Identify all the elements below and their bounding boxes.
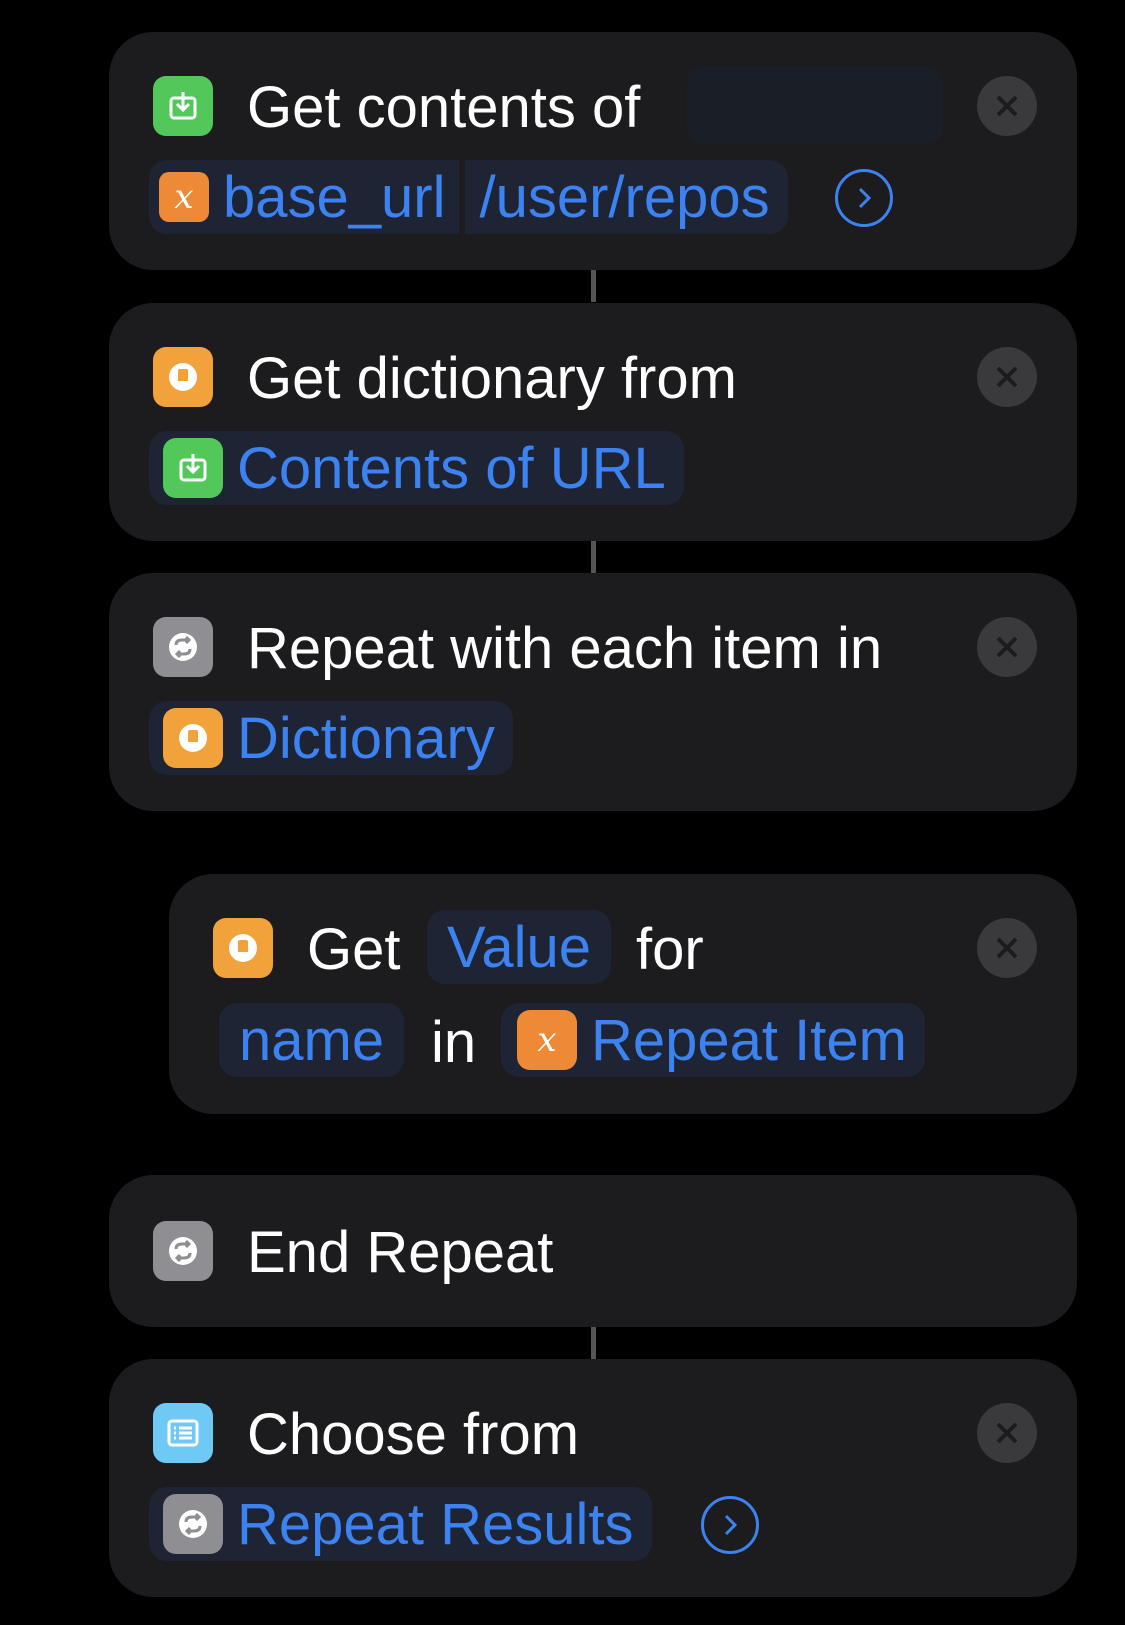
variable-icon: x [517, 1010, 577, 1070]
connector-line [591, 541, 596, 573]
book-icon [153, 347, 213, 407]
action-choose-from[interactable]: Choose from Repeat Results [109, 1359, 1077, 1597]
word-in: in [431, 1010, 477, 1075]
word-get: Get [307, 917, 401, 982]
value-token[interactable]: Value [427, 910, 612, 984]
param-label: Dictionary [237, 705, 495, 771]
repeat-icon [153, 1221, 213, 1281]
repeat-icon [153, 617, 213, 677]
book-icon [163, 708, 223, 768]
connector-line [591, 270, 596, 302]
list-icon [153, 1403, 213, 1463]
key-token[interactable]: name [219, 1003, 405, 1077]
param-label: Repeat Results [237, 1491, 634, 1557]
input-token[interactable]: Contents of URL [149, 431, 684, 505]
url-field[interactable] [687, 66, 943, 144]
input-token[interactable]: Dictionary [149, 701, 513, 775]
close-icon[interactable] [977, 1403, 1037, 1463]
token-separator [459, 160, 466, 234]
param-label: Contents of URL [237, 435, 666, 501]
path-label: /user/repos [479, 164, 770, 230]
close-icon[interactable] [977, 76, 1037, 136]
action-title: End Repeat [247, 1220, 554, 1285]
repeat-item-label: Repeat Item [591, 1007, 907, 1073]
action-title: Repeat with each item in [247, 616, 883, 681]
connector-line [591, 1327, 596, 1359]
action-repeat[interactable]: Repeat with each item in Dictionary [109, 573, 1077, 811]
close-icon[interactable] [977, 347, 1037, 407]
close-icon[interactable] [977, 918, 1037, 978]
word-for: for [636, 917, 704, 982]
action-get-contents[interactable]: Get contents of x base_url /user/repos [109, 32, 1077, 270]
action-get-dictionary[interactable]: Get dictionary from Contents of URL [109, 303, 1077, 541]
close-icon[interactable] [977, 617, 1037, 677]
url-token[interactable]: x base_url /user/repos [149, 160, 788, 234]
download-icon [163, 438, 223, 498]
action-get-value[interactable]: Get Value for name in x Repeat Item [169, 874, 1077, 1114]
repeat-icon [163, 1494, 223, 1554]
input-token[interactable]: Repeat Results [149, 1487, 652, 1561]
variable-icon: x [159, 172, 209, 222]
repeat-item-token[interactable]: x Repeat Item [501, 1003, 925, 1077]
action-end-repeat[interactable]: End Repeat [109, 1175, 1077, 1327]
action-title: Get dictionary from [247, 346, 737, 411]
book-icon [213, 918, 273, 978]
value-label: Value [447, 914, 592, 980]
download-icon [153, 76, 213, 136]
action-title: Get contents of [247, 75, 641, 140]
chevron-right-icon[interactable] [835, 169, 893, 227]
chevron-right-icon[interactable] [701, 1496, 759, 1554]
key-label: name [239, 1007, 385, 1073]
variable-label: base_url [223, 164, 446, 230]
action-title: Choose from [247, 1402, 580, 1467]
